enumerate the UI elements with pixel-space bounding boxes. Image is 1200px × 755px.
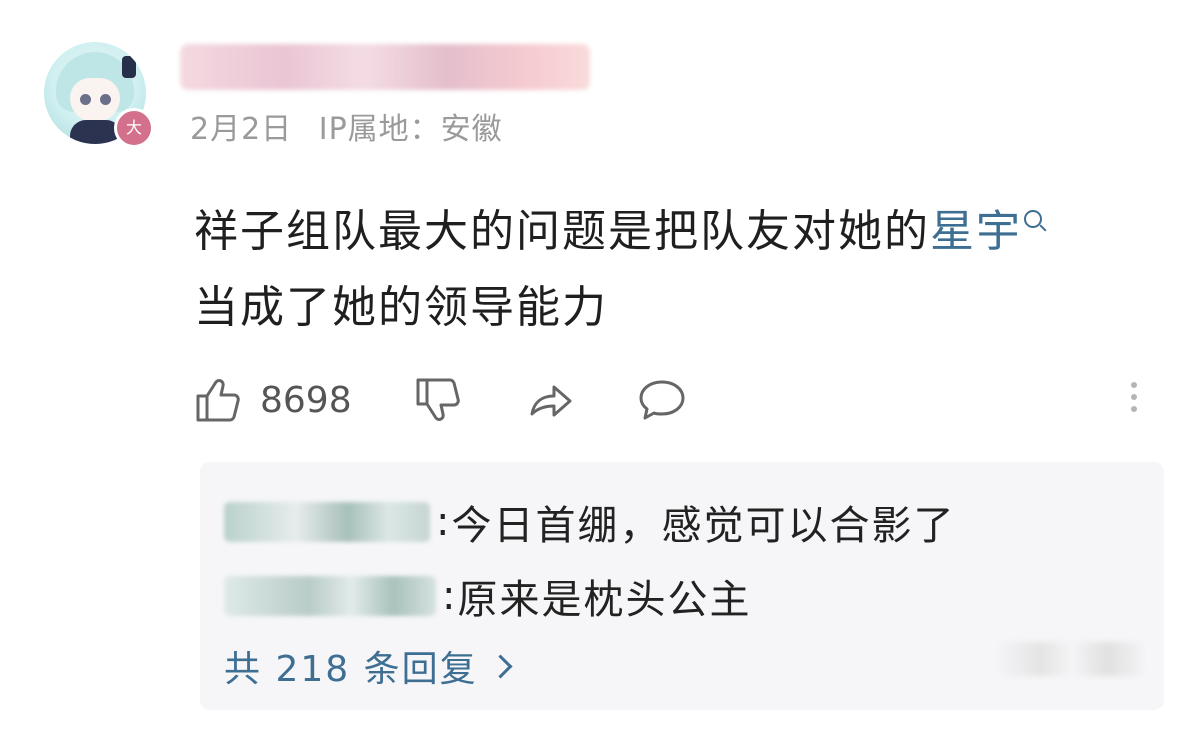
replies-box[interactable]: : 今日首绷，感觉可以合影了 : 原来是枕头公主 共 218 条回复	[200, 462, 1164, 710]
reply-separator: :	[436, 499, 452, 545]
share-icon	[530, 385, 572, 417]
comment-text: 祥子组队最大的问题是把队友对她的星宇 当成了她的领导能力	[194, 194, 1154, 346]
comment-text-part1: 祥子组队最大的问题是把队友对她的	[194, 206, 930, 257]
watermark-blurred	[996, 642, 1146, 676]
view-all-replies-link[interactable]: 共 218 条回复	[224, 640, 513, 692]
search-icon[interactable]	[1024, 210, 1042, 228]
reply-username-blurred[interactable]	[224, 576, 436, 616]
comment-meta: 2月2日 IP属地：安徽	[190, 104, 519, 148]
reply-text: 原来是枕头公主	[457, 577, 752, 623]
username-blurred[interactable]	[180, 44, 590, 90]
comment-text-part2: 当成了她的领导能力	[194, 282, 608, 333]
reply-text: 今日首绷，感觉可以合影了	[451, 503, 956, 549]
reply-item[interactable]: : 今日首绷，感觉可以合影了	[224, 492, 955, 552]
reply-count-label: 共 218 条回复	[224, 649, 478, 690]
thumbs-up-icon	[196, 379, 240, 422]
like-button[interactable]: 8698	[192, 374, 352, 426]
keyword-link[interactable]: 星宇	[930, 206, 1022, 257]
thumbs-down-icon	[416, 378, 460, 421]
reply-item[interactable]: : 原来是枕头公主	[224, 566, 751, 626]
like-count: 8698	[260, 379, 352, 421]
reply-username-blurred[interactable]	[224, 502, 430, 542]
more-vertical-icon[interactable]	[1124, 376, 1144, 426]
action-bar: 8698	[192, 372, 748, 428]
reply-separator: :	[442, 573, 458, 619]
ip-location: IP属地：安徽	[318, 112, 503, 147]
dislike-button[interactable]	[412, 374, 464, 426]
reply-button[interactable]	[636, 374, 688, 426]
comment-date: 2月2日	[190, 112, 293, 147]
chevron-right-icon	[488, 653, 513, 679]
comment-card: 大 2月2日 IP属地：安徽 祥子组队最大的问题是把队友对她的星宇 当成了她的领…	[0, 0, 1200, 755]
user-level-badge: 大	[114, 108, 154, 148]
comment-icon	[639, 380, 685, 420]
share-button[interactable]	[524, 374, 576, 426]
